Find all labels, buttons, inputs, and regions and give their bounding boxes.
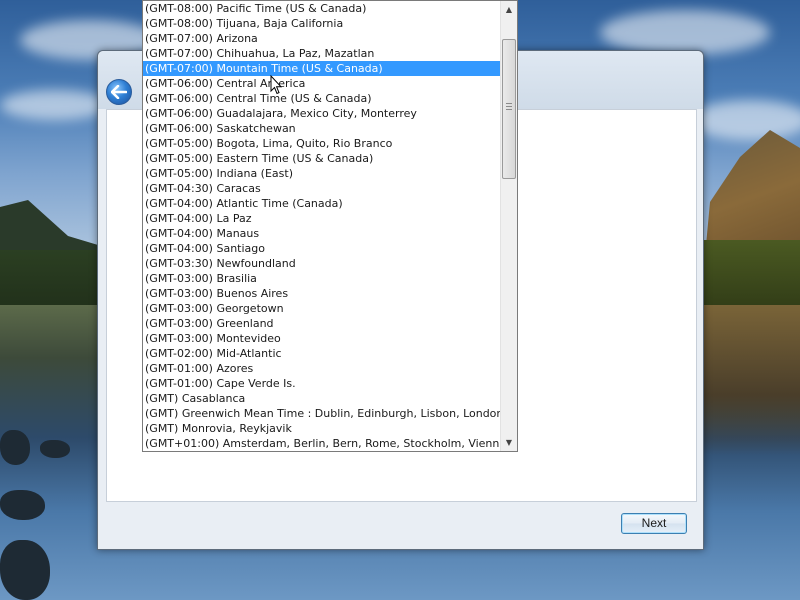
timezone-option[interactable]: (GMT-02:00) Mid-Atlantic [143, 346, 500, 361]
wallpaper-rock [0, 540, 50, 600]
wallpaper-trees [700, 240, 800, 315]
timezone-dropdown-list[interactable]: (GMT-08:00) Pacific Time (US & Canada) (G… [142, 0, 518, 452]
timezone-option[interactable]: (GMT-07:00) Chihuahua, La Paz, Mazatlan [143, 46, 500, 61]
wallpaper-cloud [690, 100, 800, 140]
wallpaper-rock [0, 430, 30, 465]
timezone-option[interactable]: (GMT) Casablanca [143, 391, 500, 406]
timezone-option[interactable]: (GMT-03:00) Georgetown [143, 301, 500, 316]
back-button[interactable] [106, 79, 132, 105]
dialog-footer: Next [98, 503, 703, 549]
next-button[interactable]: Next [621, 513, 687, 534]
timezone-option[interactable]: (GMT-04:30) Caracas [143, 181, 500, 196]
timezone-option[interactable]: (GMT-05:00) Bogota, Lima, Quito, Rio Bra… [143, 136, 500, 151]
timezone-option[interactable]: (GMT-08:00) Tijuana, Baja California [143, 16, 500, 31]
thumb-grip-line [506, 103, 512, 104]
mouse-cursor-icon [270, 74, 283, 95]
timezone-list-items: (GMT-08:00) Pacific Time (US & Canada) (G… [143, 1, 500, 451]
timezone-option[interactable]: (GMT) Greenwich Mean Time : Dublin, Edin… [143, 406, 500, 421]
timezone-option[interactable]: (GMT-05:00) Eastern Time (US & Canada) [143, 151, 500, 166]
timezone-option[interactable]: (GMT-04:00) Atlantic Time (Canada) [143, 196, 500, 211]
timezone-option[interactable]: (GMT-08:00) Pacific Time (US & Canada) [143, 1, 500, 16]
scroll-down-arrow-icon[interactable]: ▼ [501, 434, 517, 451]
timezone-option[interactable]: (GMT-03:00) Brasilia [143, 271, 500, 286]
timezone-option[interactable]: (GMT-06:00) Saskatchewan [143, 121, 500, 136]
timezone-option-selected[interactable]: (GMT-07:00) Mountain Time (US & Canada) [143, 61, 500, 76]
timezone-option[interactable]: (GMT) Monrovia, Reykjavik [143, 421, 500, 436]
timezone-option[interactable]: (GMT-04:00) La Paz [143, 211, 500, 226]
timezone-option[interactable]: (GMT-04:00) Manaus [143, 226, 500, 241]
timezone-option[interactable]: (GMT-03:00) Buenos Aires [143, 286, 500, 301]
scrollbar-thumb[interactable] [502, 39, 516, 179]
timezone-option[interactable]: (GMT-01:00) Cape Verde Is. [143, 376, 500, 391]
wallpaper-cloud [0, 90, 110, 120]
timezone-option[interactable]: (GMT-04:00) Santiago [143, 241, 500, 256]
timezone-option[interactable]: (GMT-01:00) Azores [143, 361, 500, 376]
timezone-option[interactable]: (GMT-03:00) Montevideo [143, 331, 500, 346]
thumb-grip-line [506, 109, 512, 110]
thumb-grip-line [506, 106, 512, 107]
wallpaper-rock [40, 440, 70, 458]
wallpaper-reflection [700, 305, 800, 455]
timezone-option[interactable]: (GMT-03:30) Newfoundland [143, 256, 500, 271]
back-arrow-icon [111, 85, 127, 99]
scroll-up-arrow-icon[interactable]: ▲ [501, 1, 517, 18]
timezone-option[interactable]: (GMT-05:00) Indiana (East) [143, 166, 500, 181]
wallpaper-cloud [600, 10, 770, 55]
list-scrollbar[interactable]: ▲ ▼ [500, 1, 517, 451]
timezone-option[interactable]: (GMT+01:00) Amsterdam, Berlin, Bern, Rom… [143, 436, 500, 451]
timezone-option[interactable]: (GMT-07:00) Arizona [143, 31, 500, 46]
timezone-option[interactable]: (GMT-06:00) Guadalajara, Mexico City, Mo… [143, 106, 500, 121]
wallpaper-rock [0, 490, 45, 520]
timezone-option[interactable]: (GMT-06:00) Central Time (US & Canada) [143, 91, 500, 106]
timezone-option[interactable]: (GMT-06:00) Central America [143, 76, 500, 91]
timezone-option[interactable]: (GMT-03:00) Greenland [143, 316, 500, 331]
